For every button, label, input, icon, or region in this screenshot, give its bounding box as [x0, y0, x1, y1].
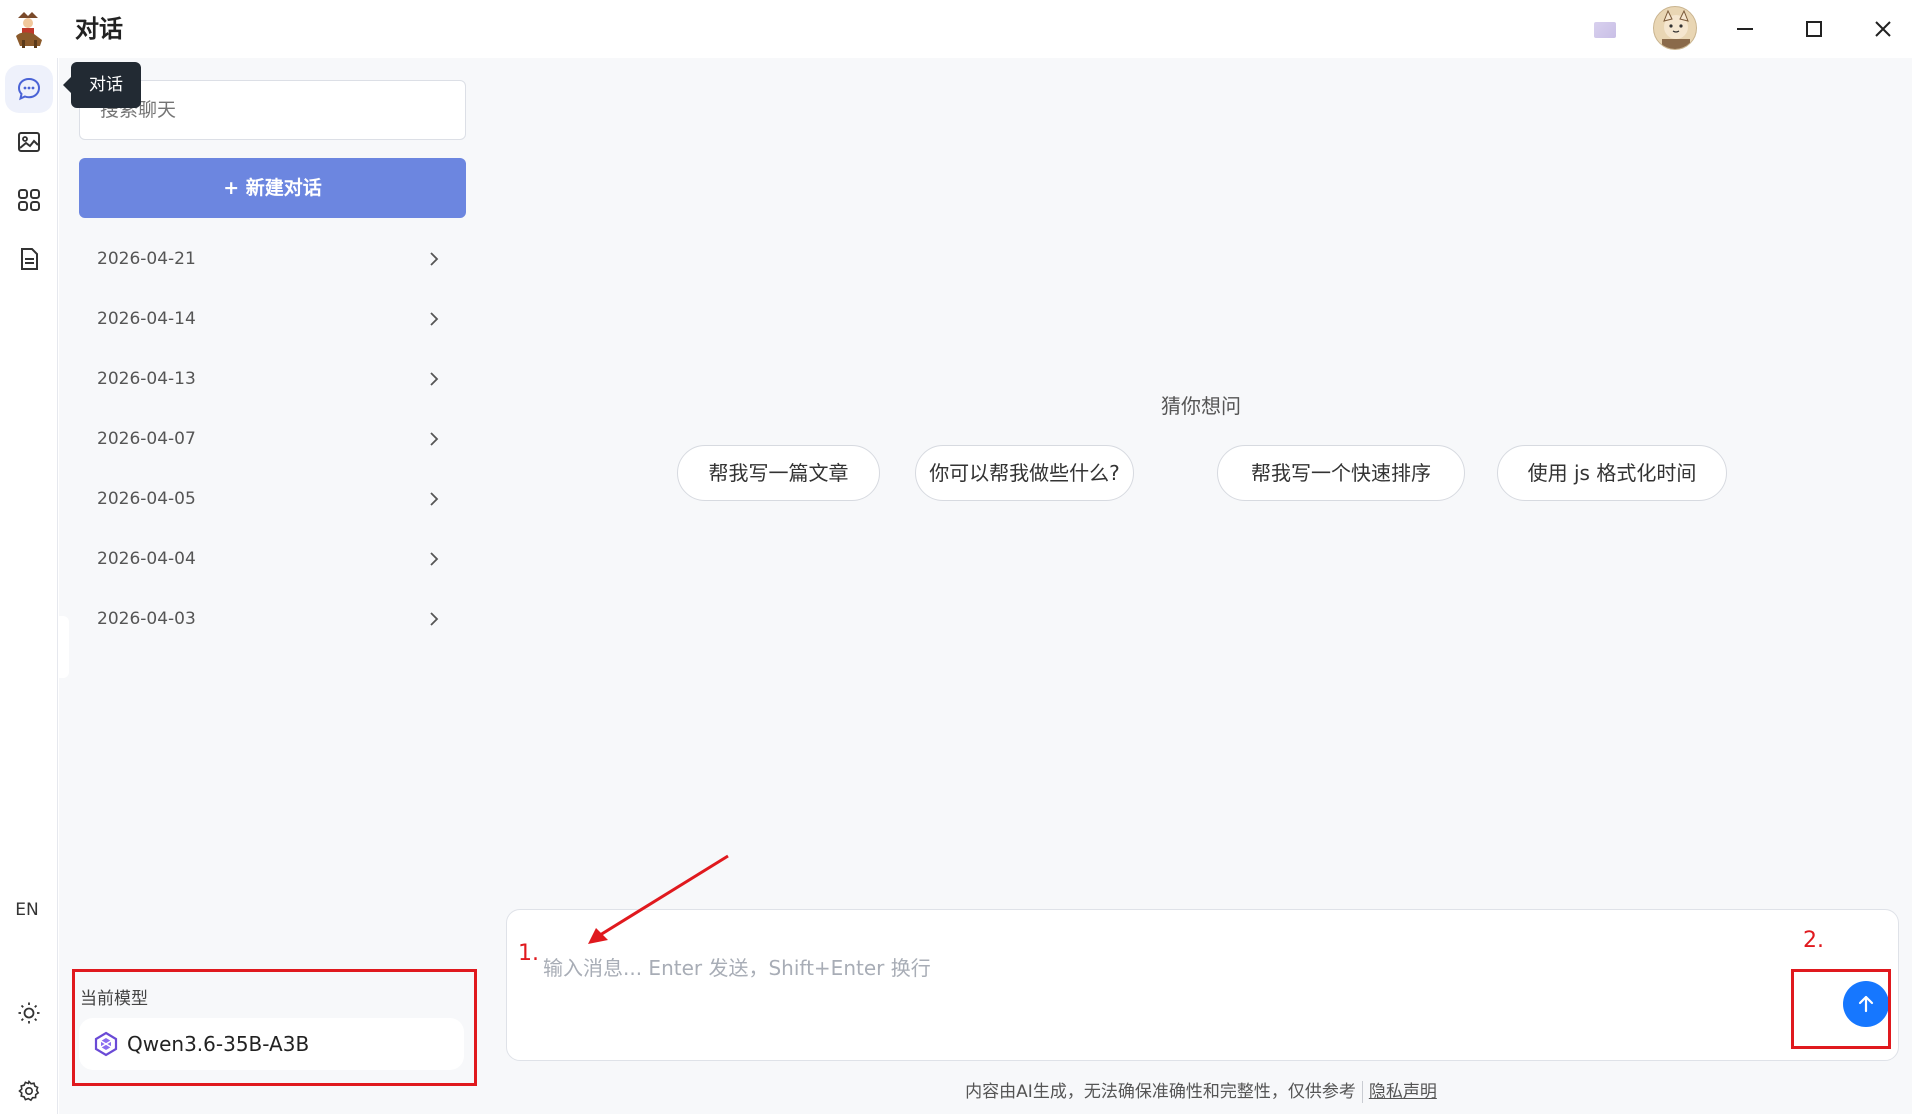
- divider: [1361, 1081, 1363, 1103]
- annotation-box-send: [1791, 969, 1891, 1049]
- history-item-date: 2026-04-21: [97, 249, 196, 269]
- app-title: 对话: [75, 15, 123, 43]
- chevron-right-icon: [430, 612, 439, 626]
- image-icon: [18, 132, 40, 152]
- rail-apps-button[interactable]: [5, 176, 53, 224]
- document-icon: [21, 248, 38, 270]
- sidebar-collapse-handle[interactable]: [59, 616, 69, 678]
- theme-toggle-button[interactable]: [5, 989, 53, 1037]
- history-item[interactable]: 2026-04-07: [79, 413, 466, 465]
- history-item-date: 2026-04-05: [97, 489, 196, 509]
- suggestion-chip[interactable]: 使用 js 格式化时间: [1497, 445, 1727, 501]
- disclaimer: 内容由AI生成，无法确保准确性和完整性，仅供参考 隐私声明: [484, 1077, 1912, 1103]
- close-icon: [1875, 21, 1891, 37]
- history-item-date: 2026-04-14: [97, 309, 196, 329]
- privacy-link[interactable]: 隐私声明: [1369, 1082, 1437, 1102]
- maximize-icon: [1806, 21, 1822, 37]
- language-toggle[interactable]: EN: [0, 900, 54, 920]
- history-item[interactable]: 2026-04-05: [79, 473, 466, 525]
- disclaimer-text: 内容由AI生成，无法确保准确性和完整性，仅供参考: [965, 1082, 1356, 1102]
- message-input-placeholder: 输入消息... Enter 发送，Shift+Enter 换行: [543, 956, 931, 980]
- chevron-right-icon: [430, 252, 439, 266]
- thumbnail-image[interactable]: [1594, 22, 1616, 38]
- sun-icon: [18, 1002, 40, 1024]
- gear-icon: [18, 1079, 40, 1102]
- history-item[interactable]: 2026-04-14: [79, 293, 466, 345]
- history-item-date: 2026-04-07: [97, 429, 196, 449]
- rail-image-button[interactable]: [5, 118, 53, 166]
- chevron-right-icon: [430, 372, 439, 386]
- chat-bubble-icon: [17, 77, 41, 101]
- suggestion-chip[interactable]: 帮我写一篇文章: [677, 445, 880, 501]
- suggestions-title: 猜你想问: [1161, 394, 1241, 418]
- cowboy-logo-icon: [16, 12, 42, 48]
- avatar[interactable]: [1653, 6, 1697, 50]
- history-item[interactable]: 2026-04-21: [79, 233, 466, 285]
- chevron-right-icon: [430, 312, 439, 326]
- annotation-step-2: 2.: [1803, 928, 1824, 953]
- chat-main: 猜你想问 帮我写一篇文章 你可以帮我做些什么? 帮我写一个快速排序 使用 js …: [484, 58, 1912, 1114]
- suggestion-chip[interactable]: 你可以帮我做些什么?: [915, 445, 1134, 501]
- chevron-right-icon: [430, 552, 439, 566]
- conversation-sidebar: + 新建对话 2026-04-21 2026-04-14 2026-04-13 202…: [59, 58, 484, 1114]
- chevron-right-icon: [430, 492, 439, 506]
- history-item-date: 2026-04-03: [97, 609, 196, 629]
- annotation-step-1: 1.: [518, 941, 539, 966]
- title-bar: 对话: [0, 0, 1912, 58]
- new-chat-button[interactable]: + 新建对话: [79, 158, 466, 218]
- maximize-button[interactable]: [1796, 12, 1832, 46]
- annotation-arrow: [588, 854, 729, 944]
- chevron-right-icon: [430, 432, 439, 446]
- nav-rail: EN: [0, 58, 58, 1114]
- settings-button[interactable]: [5, 1067, 53, 1114]
- annotation-box-model: [72, 969, 477, 1086]
- history-item-date: 2026-04-13: [97, 369, 196, 389]
- apps-grid-icon: [18, 189, 40, 211]
- close-button[interactable]: [1865, 12, 1901, 46]
- history-item[interactable]: 2026-04-13: [79, 353, 466, 405]
- minimize-icon: [1737, 28, 1753, 30]
- minimize-button[interactable]: [1727, 12, 1763, 46]
- rail-chat-button[interactable]: [5, 65, 53, 113]
- suggestion-chip[interactable]: 帮我写一个快速排序: [1217, 445, 1465, 501]
- history-item-date: 2026-04-04: [97, 549, 196, 569]
- history-item[interactable]: 2026-04-04: [79, 533, 466, 585]
- tooltip: 对话: [63, 62, 141, 108]
- history-item[interactable]: 2026-04-03: [79, 593, 466, 645]
- rail-document-button[interactable]: [5, 235, 53, 283]
